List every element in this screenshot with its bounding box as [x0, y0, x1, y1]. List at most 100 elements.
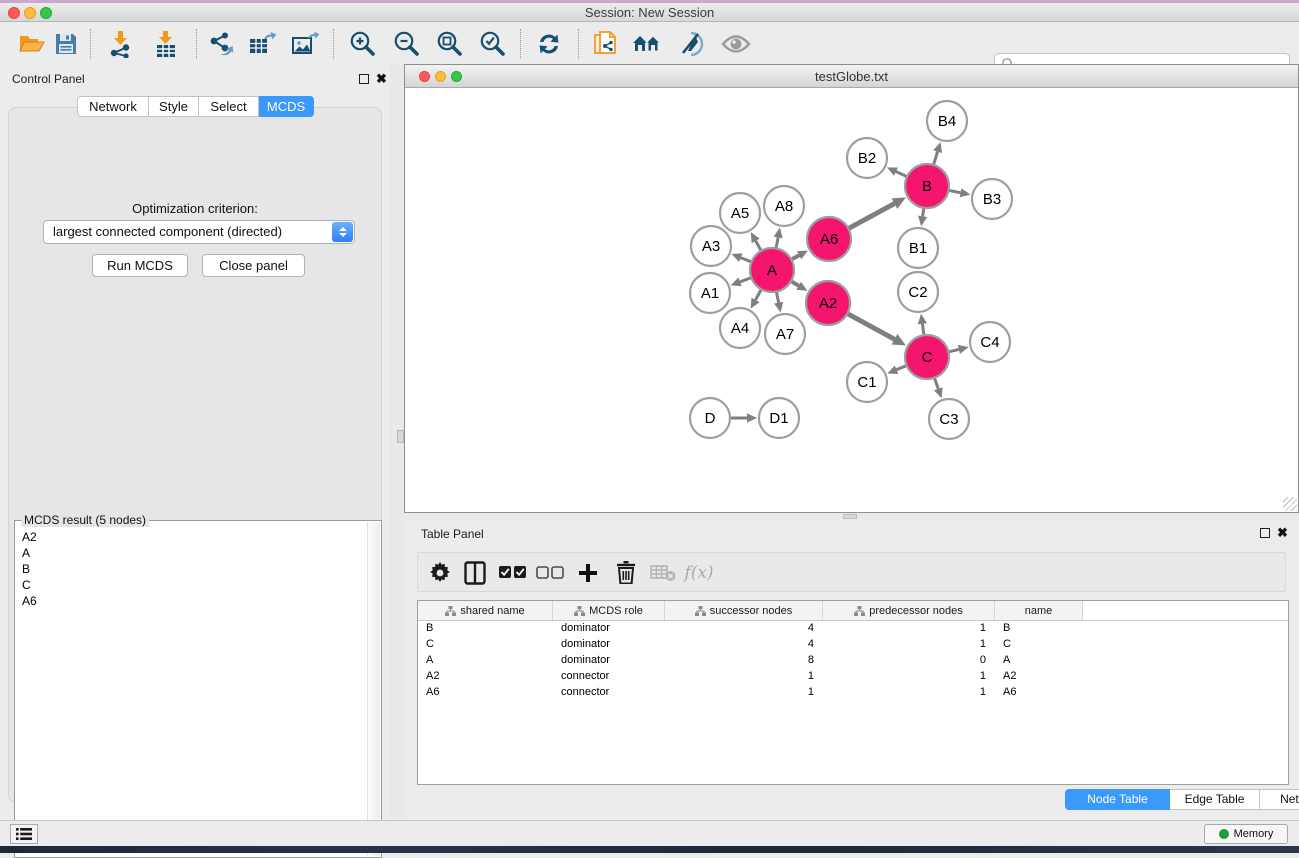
gear-icon[interactable] — [423, 556, 457, 589]
open-file-icon[interactable] — [14, 27, 50, 61]
graph-edge-B-B4[interactable] — [933, 152, 937, 165]
table-cell[interactable]: B — [418, 621, 553, 637]
table-cell[interactable]: 0 — [823, 653, 995, 669]
table-cell[interactable]: dominator — [553, 653, 665, 669]
mcds-result-item[interactable]: A2 — [22, 529, 367, 545]
graph-edge-C-C2[interactable] — [922, 324, 924, 336]
tab-mcds[interactable]: MCDS — [259, 96, 314, 117]
import-table-icon[interactable] — [148, 27, 184, 61]
table-cell[interactable]: B — [995, 621, 1083, 637]
run-mcds-button[interactable]: Run MCDS — [92, 254, 188, 277]
graph-edge-C-C1[interactable] — [897, 365, 907, 369]
mcds-result-item[interactable]: A6 — [22, 593, 367, 609]
table-cell[interactable]: C — [995, 637, 1083, 653]
table-cell[interactable]: 1 — [823, 621, 995, 637]
zoom-fit-icon[interactable] — [431, 27, 467, 61]
table-cell[interactable]: C — [418, 637, 553, 653]
result-list-scrollbar[interactable] — [367, 522, 380, 856]
table-row[interactable]: A6connector11A6 — [418, 685, 1288, 701]
delete-column-icon[interactable] — [609, 556, 643, 589]
tab-style[interactable]: Style — [149, 96, 199, 117]
table-cell[interactable]: A6 — [418, 685, 553, 701]
tab-select[interactable]: Select — [199, 96, 259, 117]
table-cell[interactable]: A2 — [995, 669, 1083, 685]
float-panel-icon[interactable] — [359, 74, 369, 84]
hide-annotations-icon[interactable] — [673, 27, 709, 61]
export-image-icon[interactable] — [287, 27, 323, 61]
close-panel-icon[interactable]: ✖ — [376, 74, 387, 84]
column-header-shared-name[interactable]: shared name — [418, 601, 553, 620]
column-header-name[interactable]: name — [995, 601, 1083, 620]
table-cell[interactable]: connector — [553, 669, 665, 685]
graph-edge-B-B3[interactable] — [949, 190, 961, 192]
graph-edge-C-C3[interactable] — [934, 378, 938, 389]
main-titlebar[interactable]: Session: New Session — [0, 3, 1299, 22]
tab-network[interactable]: Network — [77, 96, 149, 117]
table-cell[interactable]: A — [995, 653, 1083, 669]
export-table-icon[interactable] — [244, 27, 280, 61]
optimization-criterion-dropdown[interactable]: largest connected component (directed) — [43, 220, 355, 244]
memory-button[interactable]: Memory — [1204, 824, 1288, 844]
column-header-predecessor-nodes[interactable]: predecessor nodes — [823, 601, 995, 620]
graph-edge-A-A8[interactable] — [776, 237, 778, 248]
graph-edge-A-A1[interactable] — [740, 278, 751, 282]
column-header-successor-nodes[interactable]: successor nodes — [665, 601, 823, 620]
table-row[interactable]: Bdominator41B — [418, 621, 1288, 637]
graph-edge-A-A6[interactable] — [791, 255, 799, 259]
table-cell[interactable]: 1 — [823, 669, 995, 685]
duplicate-network-icon[interactable] — [588, 27, 624, 61]
table-row[interactable]: Cdominator41C — [418, 637, 1288, 653]
graph-edge-A-A5[interactable] — [756, 241, 762, 251]
table-cell[interactable]: 1 — [823, 685, 995, 701]
mcds-result-item[interactable]: A — [22, 545, 367, 561]
network-canvas[interactable]: B4B2BB3A5A8A6B1A3AC2A1A2A4A7C4CC1C3DD1 — [405, 88, 1298, 512]
graph-edge-A-A7[interactable] — [776, 292, 778, 303]
graph-edge-C-C4[interactable] — [948, 349, 958, 351]
mcds-result-list[interactable]: A2ABCA6 — [16, 527, 367, 856]
save-session-icon[interactable] — [48, 27, 84, 61]
table-row[interactable]: Adominator80A — [418, 653, 1288, 669]
table-cell[interactable]: A6 — [995, 685, 1083, 701]
graph-edge-A2-C[interactable] — [847, 314, 894, 340]
tab-network-table[interactable]: Network Table — [1260, 789, 1299, 810]
delete-table-icon[interactable] — [646, 556, 680, 589]
graph-edge-B-B2[interactable] — [896, 172, 907, 177]
table-row[interactable]: A2connector11A2 — [418, 669, 1288, 685]
task-history-button[interactable] — [10, 824, 38, 844]
table-cell[interactable]: dominator — [553, 621, 665, 637]
network-window-titlebar[interactable]: testGlobe.txt — [405, 65, 1298, 88]
zoom-selected-icon[interactable] — [474, 27, 510, 61]
import-network-icon[interactable] — [102, 27, 138, 61]
table-cell[interactable]: A2 — [418, 669, 553, 685]
table-cell[interactable]: 1 — [665, 685, 823, 701]
close-panel-button[interactable]: Close panel — [202, 254, 305, 277]
split-columns-icon[interactable] — [458, 556, 492, 589]
table-cell[interactable]: 1 — [823, 637, 995, 653]
table-cell[interactable]: dominator — [553, 637, 665, 653]
network-graph[interactable]: B4B2BB3A5A8A6B1A3AC2A1A2A4A7C4CC1C3DD1 — [405, 88, 1298, 512]
network-view-window[interactable]: testGlobe.txt B4B2BB3A5A8A6B1A3AC2A1A2A4… — [404, 64, 1299, 513]
graph-edge-B-B1[interactable] — [923, 208, 924, 217]
tab-edge-table[interactable]: Edge Table — [1170, 789, 1260, 810]
node-table[interactable]: shared nameMCDS rolesuccessor nodesprede… — [417, 600, 1289, 785]
select-all-checkboxes-icon[interactable] — [496, 556, 530, 589]
table-float-panel-icon[interactable] — [1260, 528, 1270, 538]
export-network-icon[interactable] — [202, 27, 238, 61]
tab-node-table[interactable]: Node Table — [1065, 789, 1170, 810]
window-resize-grip[interactable] — [1283, 497, 1297, 511]
table-cell[interactable]: 8 — [665, 653, 823, 669]
mcds-result-item[interactable]: B — [22, 561, 367, 577]
graph-edge-A6-B[interactable] — [848, 204, 894, 229]
show-graphics-icon[interactable] — [718, 27, 754, 61]
table-cell[interactable]: 4 — [665, 637, 823, 653]
mcds-result-item[interactable]: C — [22, 577, 367, 593]
zoom-out-icon[interactable] — [388, 27, 424, 61]
graph-edge-A-A4[interactable] — [755, 289, 761, 300]
table-cell[interactable]: A — [418, 653, 553, 669]
table-cell[interactable]: 4 — [665, 621, 823, 637]
vertical-splitter-handle[interactable] — [397, 430, 404, 443]
add-column-icon[interactable] — [571, 556, 605, 589]
table-close-panel-icon[interactable]: ✖ — [1277, 528, 1288, 538]
function-builder-icon[interactable]: f(x) — [682, 556, 716, 589]
zoom-in-icon[interactable] — [344, 27, 380, 61]
